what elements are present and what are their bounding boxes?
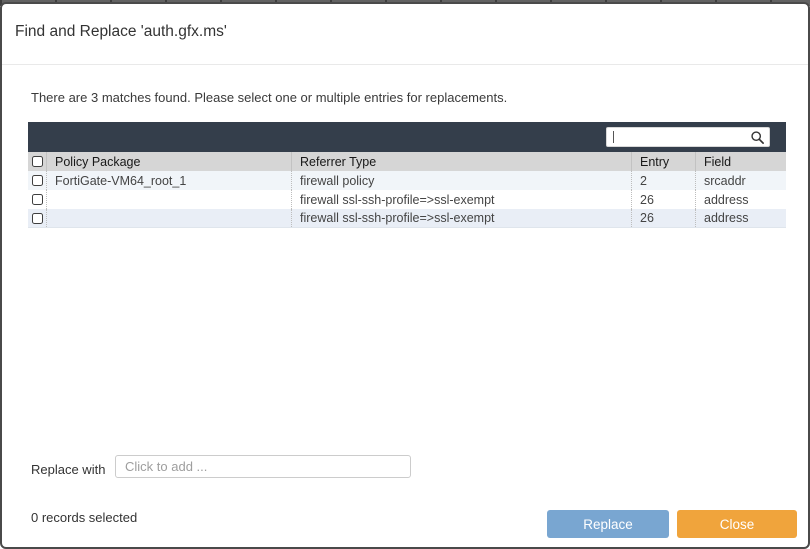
replace-with-input[interactable] — [115, 455, 411, 478]
replace-button[interactable]: Replace — [547, 510, 669, 538]
replace-with-label: Replace with — [31, 462, 105, 477]
results-table: Policy Package Referrer Type Entry Field… — [28, 122, 786, 228]
policy-package-cell — [46, 209, 291, 227]
title-separator — [2, 64, 808, 65]
entry-cell: 2 — [631, 171, 695, 190]
column-header-referrer-type[interactable]: Referrer Type — [291, 152, 631, 171]
field-cell: address — [695, 190, 786, 209]
search-icon[interactable] — [750, 130, 765, 145]
match-summary-text: There are 3 matches found. Please select… — [31, 90, 507, 105]
referrer-type-cell: firewall ssl-ssh-profile=>ssl-exempt — [291, 190, 631, 209]
field-cell: srcaddr — [695, 171, 786, 190]
policy-package-cell — [46, 190, 291, 209]
records-selected-status: 0 records selected — [31, 510, 137, 525]
entry-cell: 26 — [631, 190, 695, 209]
policy-package-cell: FortiGate-VM64_root_1 — [46, 171, 291, 190]
table-row[interactable]: FortiGate-VM64_root_1 firewall policy 2 … — [28, 171, 786, 190]
row-checkbox-cell — [28, 190, 46, 209]
search-input[interactable] — [614, 128, 750, 146]
referrer-type-cell: firewall ssl-ssh-profile=>ssl-exempt — [291, 209, 631, 227]
entry-cell: 26 — [631, 209, 695, 227]
table-header-row: Policy Package Referrer Type Entry Field — [28, 152, 786, 171]
row-checkbox-cell — [28, 209, 46, 227]
row-checkbox[interactable] — [32, 213, 43, 224]
close-button[interactable]: Close — [677, 510, 797, 538]
row-checkbox-cell — [28, 171, 46, 190]
row-checkbox[interactable] — [32, 194, 43, 205]
search-box[interactable] — [606, 127, 770, 147]
table-toolbar — [28, 122, 786, 152]
column-header-field[interactable]: Field — [695, 152, 786, 171]
referrer-type-cell: firewall policy — [291, 171, 631, 190]
field-cell: address — [695, 209, 786, 227]
row-checkbox[interactable] — [32, 175, 43, 186]
dialog-title: Find and Replace 'auth.gfx.ms' — [15, 23, 227, 41]
table-body: FortiGate-VM64_root_1 firewall policy 2 … — [28, 171, 786, 228]
table-row[interactable]: firewall ssl-ssh-profile=>ssl-exempt 26 … — [28, 209, 786, 228]
table-row[interactable]: firewall ssl-ssh-profile=>ssl-exempt 26 … — [28, 190, 786, 209]
select-all-cell — [28, 152, 46, 171]
column-header-entry[interactable]: Entry — [631, 152, 695, 171]
column-header-policy-package[interactable]: Policy Package — [46, 152, 291, 171]
select-all-checkbox[interactable] — [32, 156, 43, 167]
find-and-replace-dialog: Find and Replace 'auth.gfx.ms' There are… — [0, 2, 810, 549]
